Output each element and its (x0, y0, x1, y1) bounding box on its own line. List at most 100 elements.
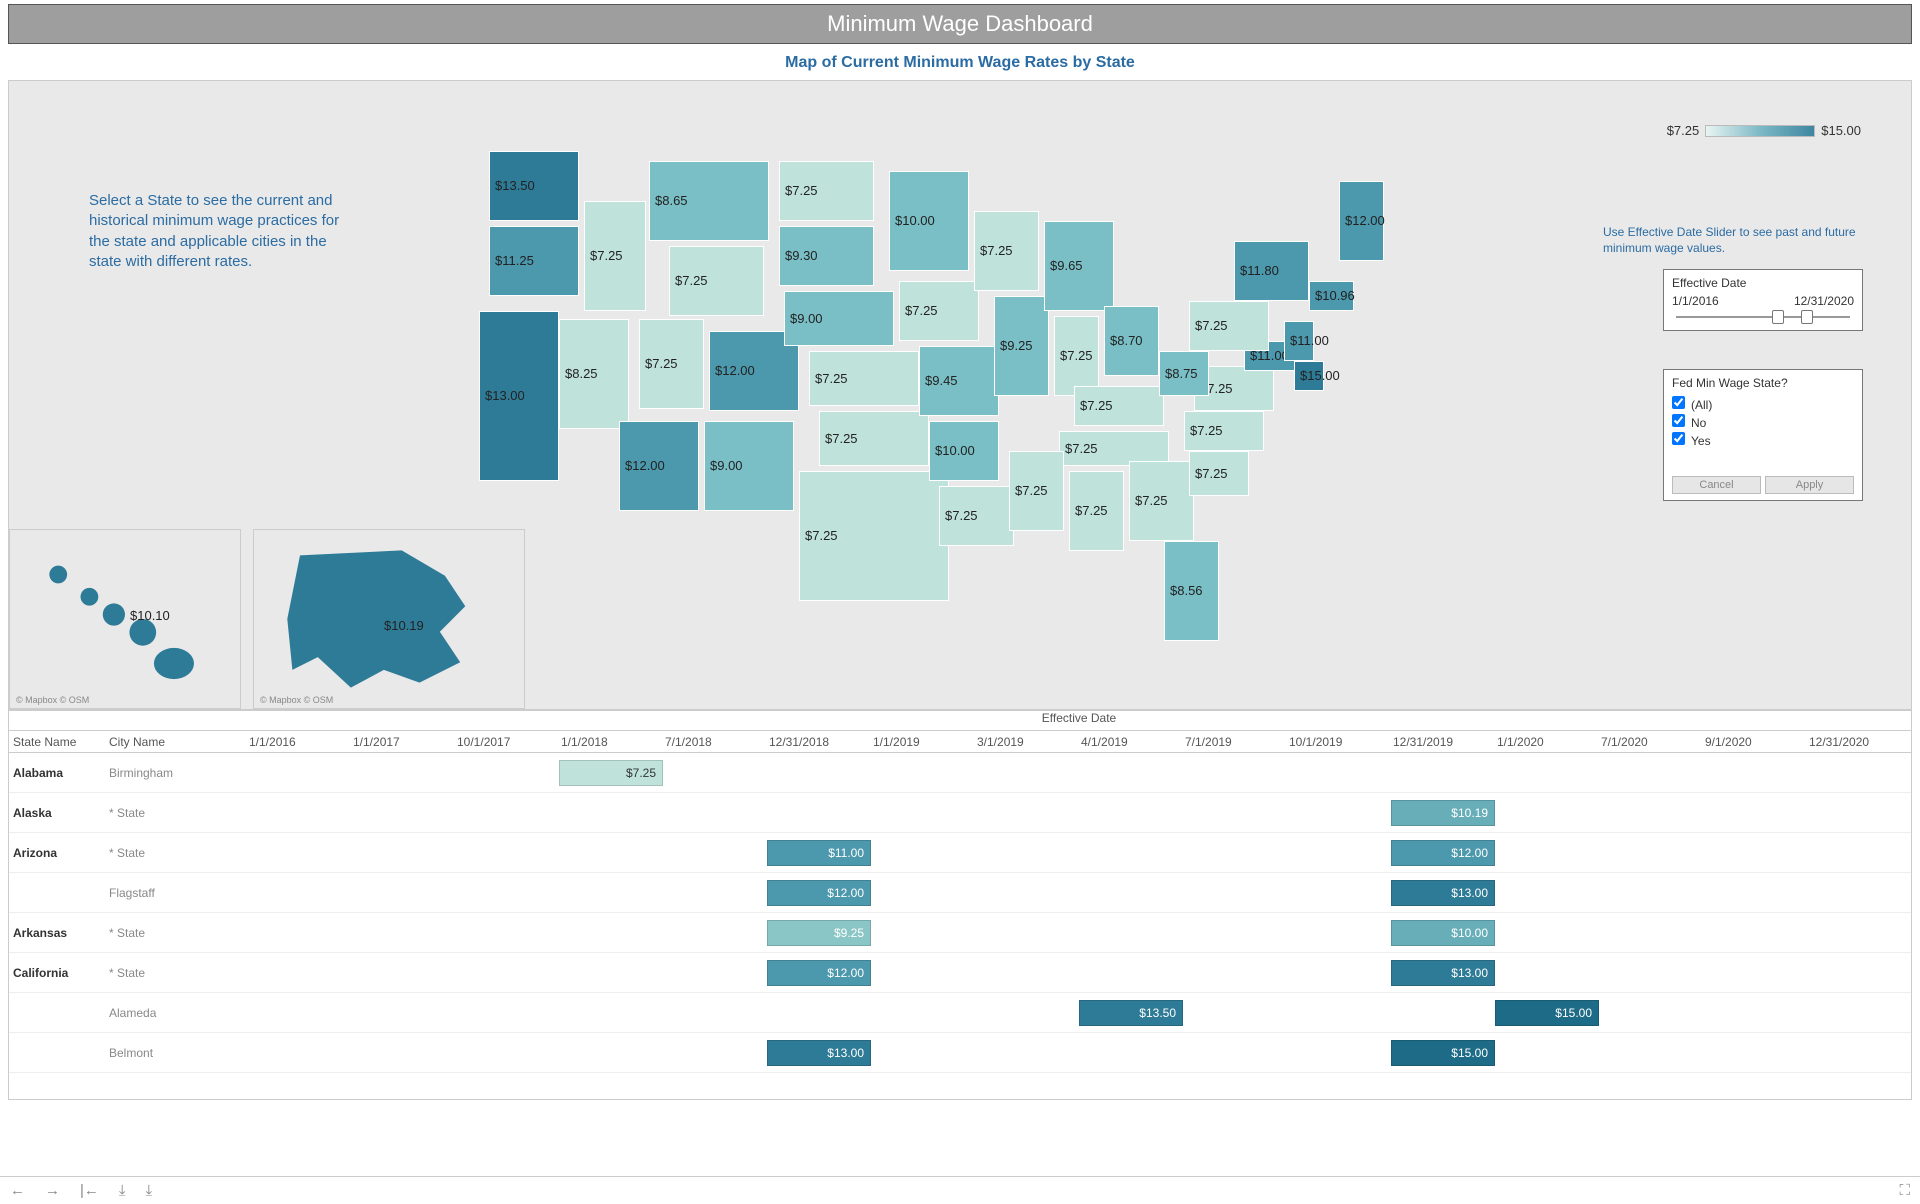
nav-first-icon[interactable]: |← (80, 1182, 99, 1199)
state-west-virginia[interactable] (1159, 351, 1209, 396)
filter-option-yes[interactable]: Yes (1672, 432, 1854, 448)
state-texas[interactable] (799, 471, 949, 601)
state-connecticut[interactable] (1309, 281, 1354, 311)
state-arkansas[interactable] (929, 421, 999, 481)
state-oregon[interactable] (489, 226, 579, 296)
filter-option-all[interactable]: (All) (1672, 396, 1854, 412)
wage-bar[interactable]: $11.00 (767, 840, 871, 866)
table-row[interactable]: Belmont$13.00$15.00 (9, 1033, 1911, 1073)
state-minnesota[interactable] (889, 171, 969, 271)
download2-icon[interactable]: ⤓ (146, 1182, 153, 1199)
filter-option-no[interactable]: No (1672, 414, 1854, 430)
bars-area: $11.00 $12.00 (247, 833, 1911, 872)
state-louisiana[interactable] (939, 486, 1014, 546)
date-header-cell: 7/1/2020 (1599, 735, 1703, 749)
wage-bar[interactable]: $7.25 (559, 760, 663, 786)
table-row[interactable]: Flagstaff$12.00$13.00 (9, 873, 1911, 913)
hawaii-value: $10.10 (130, 608, 170, 623)
city-cell: * State (105, 966, 247, 980)
table-row[interactable]: Alameda$13.50$15.00 (9, 993, 1911, 1033)
wage-bar[interactable]: $12.00 (1391, 840, 1495, 866)
state-mississippi[interactable] (1009, 451, 1064, 531)
state-nebraska[interactable] (784, 291, 894, 346)
state-delaware[interactable] (1294, 361, 1324, 391)
nav-forward-icon[interactable]: → (45, 1182, 60, 1199)
state-kansas[interactable] (809, 351, 919, 406)
checkbox-no[interactable] (1672, 414, 1685, 427)
download-icon[interactable]: ⤓ (119, 1182, 126, 1199)
nav-back-icon[interactable]: ← (10, 1182, 25, 1199)
state-michigan[interactable] (1044, 221, 1114, 311)
city-cell: * State (105, 926, 247, 940)
wage-bar[interactable]: $12.00 (767, 960, 871, 986)
grid-rows[interactable]: AlabamaBirmingham$7.25Alaska* State$10.1… (9, 753, 1911, 1073)
state-georgia[interactable] (1129, 461, 1194, 541)
fed-min-wage-filter[interactable]: Fed Min Wage State? (All) No Yes Cancel … (1663, 369, 1863, 501)
table-row[interactable]: Arkansas* State$9.25$10.00 (9, 913, 1911, 953)
state-nevada[interactable] (559, 319, 629, 429)
map-panel[interactable]: Select a State to see the current and hi… (8, 80, 1912, 710)
table-row[interactable]: California* State$12.00$13.00 (9, 953, 1911, 993)
state-iowa[interactable] (899, 281, 979, 341)
state-maine[interactable] (1339, 181, 1384, 261)
wage-bar[interactable]: $12.00 (767, 880, 871, 906)
state-ohio[interactable] (1104, 306, 1159, 376)
wage-bar[interactable]: $10.00 (1391, 920, 1495, 946)
alaska-credit: © Mapbox © OSM (260, 695, 333, 705)
state-idaho[interactable] (584, 201, 646, 311)
hawaii-credit: © Mapbox © OSM (16, 695, 89, 705)
effective-date-slider[interactable]: Effective Date 1/1/2016 12/31/2020 (1663, 269, 1863, 331)
wage-bar[interactable]: $15.00 (1495, 1000, 1599, 1026)
table-row[interactable]: AlabamaBirmingham$7.25 (9, 753, 1911, 793)
wage-bar[interactable]: $13.00 (1391, 880, 1495, 906)
state-kentucky[interactable] (1074, 386, 1164, 426)
wage-bar[interactable]: $9.25 (767, 920, 871, 946)
state-wisconsin[interactable] (974, 211, 1039, 291)
state-missouri[interactable] (919, 346, 999, 416)
wage-bar[interactable]: $10.19 (1391, 800, 1495, 826)
slider-track[interactable] (1676, 316, 1850, 318)
state-florida[interactable] (1164, 541, 1219, 641)
color-legend: $7.25 $15.00 (1667, 123, 1861, 138)
state-alabama[interactable] (1069, 471, 1124, 551)
fullscreen-icon[interactable]: ⛶ (1899, 1182, 1910, 1199)
checkbox-all[interactable] (1672, 396, 1685, 409)
timeline-grid[interactable]: Effective Date State Name City Name 1/1/… (8, 710, 1912, 1100)
apply-button[interactable]: Apply (1765, 476, 1854, 494)
cancel-button[interactable]: Cancel (1672, 476, 1761, 494)
state-california[interactable] (479, 311, 559, 481)
state-south-carolina[interactable] (1189, 451, 1249, 496)
state-indiana[interactable] (1054, 316, 1099, 396)
state-utah[interactable] (639, 319, 704, 409)
state-cell: Alabama (9, 766, 105, 780)
bars-area: $7.25 (247, 753, 1911, 792)
city-cell: * State (105, 846, 247, 860)
wage-bar[interactable]: $13.50 (1079, 1000, 1183, 1026)
state-illinois[interactable] (994, 296, 1049, 396)
state-new-mexico[interactable] (704, 421, 794, 511)
checkbox-yes[interactable] (1672, 432, 1685, 445)
table-row[interactable]: Arizona* State$11.00$12.00 (9, 833, 1911, 873)
state-new-jersey[interactable] (1284, 321, 1314, 361)
state-north-dakota[interactable] (779, 161, 874, 221)
instruction-text: Select a State to see the current and hi… (89, 191, 349, 272)
state-montana[interactable] (649, 161, 769, 241)
state-new-york[interactable] (1234, 241, 1309, 301)
state-wyoming[interactable] (669, 246, 764, 316)
table-row[interactable]: Alaska* State$10.19 (9, 793, 1911, 833)
state-north-carolina[interactable] (1184, 411, 1264, 451)
state-oklahoma[interactable] (819, 411, 929, 466)
slider-handle-right[interactable] (1801, 310, 1813, 324)
state-washington[interactable] (489, 151, 579, 221)
slider-handle-left[interactable] (1772, 310, 1784, 324)
wage-bar[interactable]: $13.00 (1391, 960, 1495, 986)
inset-alaska[interactable]: $10.19 © Mapbox © OSM (253, 529, 525, 709)
wage-bar[interactable]: $15.00 (1391, 1040, 1495, 1066)
state-arizona[interactable] (619, 421, 699, 511)
state-pennsylvania[interactable] (1189, 301, 1269, 351)
inset-hawaii[interactable]: $10.10 © Mapbox © OSM (9, 529, 241, 709)
effective-date-header: Effective Date (1042, 711, 1116, 730)
date-header-cell: 1/1/2019 (871, 735, 975, 749)
state-south-dakota[interactable] (779, 226, 874, 286)
wage-bar[interactable]: $13.00 (767, 1040, 871, 1066)
